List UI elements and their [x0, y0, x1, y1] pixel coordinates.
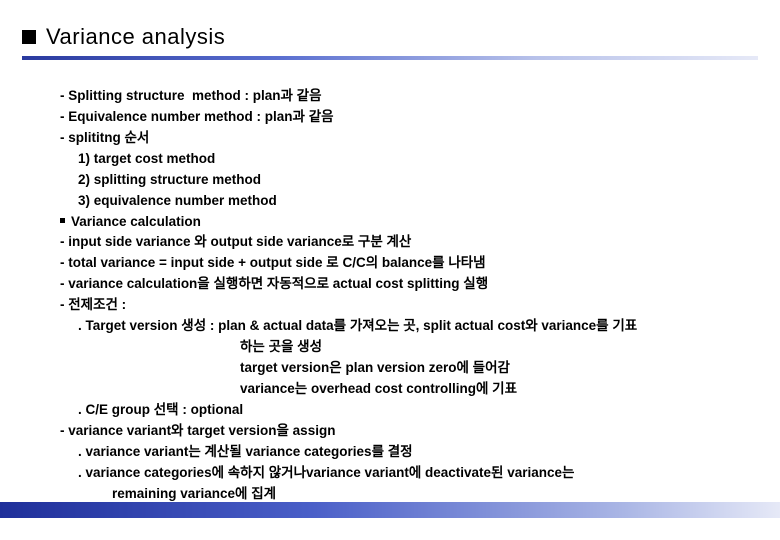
content-line: 3) equivalence number method [60, 191, 750, 212]
content-line: 2) splitting structure method [60, 170, 750, 191]
content-line: - splititng 순서 [60, 128, 750, 149]
small-square-bullet-icon [60, 218, 65, 223]
page-title: Variance analysis [46, 24, 225, 50]
slide-header: Variance analysis [22, 24, 758, 60]
content-line: . Target version 생성 : plan & actual data… [60, 316, 750, 337]
footer-gradient-bar [0, 502, 780, 518]
content-line: target version은 plan version zero에 들어감 [60, 358, 750, 379]
square-bullet-icon [22, 30, 36, 44]
content-line: variance는 overhead cost controlling에 기표 [60, 379, 750, 400]
content-line: - input side variance 와 output side vari… [60, 232, 750, 253]
content-line: . C/E group 선택 : optional [60, 400, 750, 421]
divider-bar [22, 56, 758, 60]
content-line: - total variance = input side + output s… [60, 253, 750, 274]
content-body: - Splitting structure method : plan과 같음-… [60, 86, 750, 504]
content-line: . variance variant는 계산될 variance categor… [60, 442, 750, 463]
content-line: 1) target cost method [60, 149, 750, 170]
content-line: - Splitting structure method : plan과 같음 [60, 86, 750, 107]
title-row: Variance analysis [22, 24, 758, 50]
content-line: - variance variant와 target version을 assi… [60, 421, 750, 442]
content-line: Variance calculation [60, 212, 750, 233]
content-line: - variance calculation을 실행하면 자동적으로 actua… [60, 274, 750, 295]
content-line: - Equivalence number method : plan과 같음 [60, 107, 750, 128]
line-text: Variance calculation [71, 214, 201, 229]
content-line: - 전제조건 : [60, 295, 750, 316]
content-line: 하는 곳을 생성 [60, 337, 750, 358]
content-line: . variance categories에 속하지 않거나variance v… [60, 463, 750, 484]
